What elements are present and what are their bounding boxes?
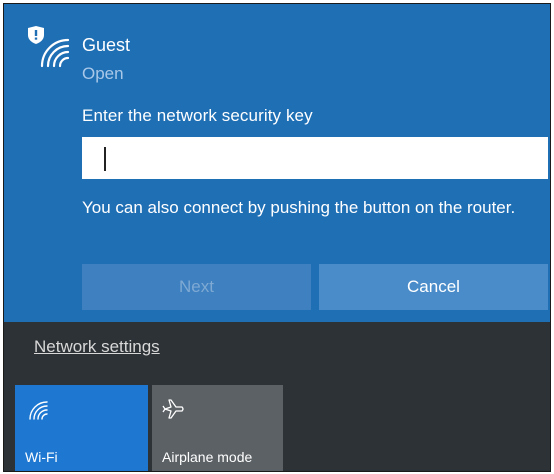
next-button[interactable]: Next: [82, 264, 311, 310]
security-key-prompt: Enter the network security key: [82, 106, 313, 125]
quick-action-airplane-mode[interactable]: Airplane mode: [152, 385, 283, 471]
wps-hint-text: You can also connect by pushing the butt…: [82, 198, 516, 217]
airplane-icon: [162, 399, 184, 419]
network-status: Open: [82, 64, 124, 83]
security-key-input[interactable]: [82, 137, 548, 179]
network-flyout: Guest Open Enter the network security ke…: [3, 3, 551, 472]
text-caret: [104, 147, 106, 171]
wifi-icon: [29, 401, 48, 420]
quick-action-wifi[interactable]: Wi-Fi: [15, 385, 148, 471]
quick-action-label: Airplane mode: [162, 449, 253, 465]
network-connect-panel: Guest Open Enter the network security ke…: [4, 4, 550, 322]
quick-action-label: Wi-Fi: [25, 449, 58, 465]
wifi-secured-icon: [28, 26, 70, 68]
network-settings-link[interactable]: Network settings: [34, 337, 160, 357]
network-name: Guest: [82, 35, 131, 55]
cancel-button[interactable]: Cancel: [319, 264, 548, 310]
